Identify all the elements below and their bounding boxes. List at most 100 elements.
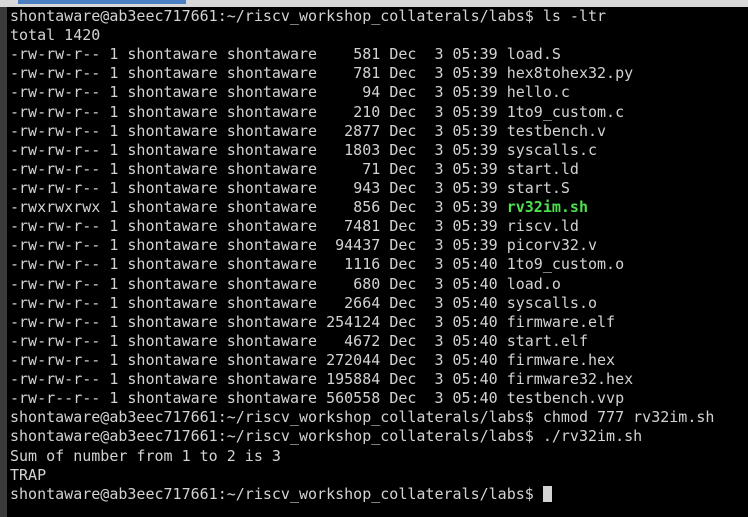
file-listing-row: -rw-rw-r-- 1 shontaware shontaware 94437…	[10, 236, 748, 255]
file-listing-row: -rw-rw-r-- 1 shontaware shontaware 781 D…	[10, 64, 748, 83]
file-group: shontaware	[226, 45, 318, 64]
link-count: 1	[109, 217, 119, 236]
file-size: 272044	[326, 350, 381, 369]
file-month: Dec	[389, 102, 417, 121]
shell-prompt: shontaware@ab3eec717661:~/riscv_workshop…	[10, 484, 534, 503]
file-day: 3	[434, 312, 444, 331]
file-listing-row: -rw-rw-r-- 1 shontaware shontaware 581 D…	[10, 45, 748, 64]
file-group: shontaware	[226, 64, 318, 83]
file-month: Dec	[389, 83, 417, 102]
prompt-line: shontaware@ab3eec717661:~/riscv_workshop…	[10, 485, 748, 504]
file-size: 680	[353, 274, 381, 293]
file-owner: shontaware	[127, 293, 218, 312]
file-name: hello.c	[506, 83, 570, 102]
file-permissions: -rw-rw-r--	[10, 121, 101, 140]
file-group: shontaware	[226, 178, 318, 197]
file-permissions: -rw-rw-r--	[10, 236, 101, 255]
file-day: 3	[434, 274, 444, 293]
shell-prompt: shontaware@ab3eec717661:~/riscv_workshop…	[10, 408, 534, 427]
file-name: rv32im.sh	[506, 198, 588, 217]
file-listing-row: -rw-rw-r-- 1 shontaware shontaware 19588…	[10, 370, 748, 389]
file-month: Dec	[389, 293, 417, 312]
command-text: ./rv32im.sh	[542, 427, 643, 446]
file-day: 3	[434, 178, 444, 197]
file-size: 2664	[344, 293, 381, 312]
link-count: 1	[109, 45, 119, 64]
link-count: 1	[109, 255, 119, 274]
file-time: 05:40	[452, 331, 498, 350]
file-listing-row: -rw-rw-r-- 1 shontaware shontaware 4672 …	[10, 332, 748, 351]
file-group: shontaware	[226, 331, 318, 350]
file-size: 94437	[335, 236, 381, 255]
file-name: 1to9_custom.c	[506, 102, 625, 121]
file-month: Dec	[389, 312, 417, 331]
file-listing-row: -rw-rw-r-- 1 shontaware shontaware 210 D…	[10, 103, 748, 122]
file-permissions: -rw-rw-r--	[10, 159, 101, 178]
file-size: 856	[353, 198, 381, 217]
file-time: 05:40	[452, 255, 498, 274]
file-permissions: -rw-rw-r--	[10, 64, 101, 83]
file-time: 05:40	[452, 312, 498, 331]
prompt-line: shontaware@ab3eec717661:~/riscv_workshop…	[10, 408, 748, 427]
file-size: 4672	[344, 331, 381, 350]
program-output: Sum of number from 1 to 2 is 3	[10, 446, 281, 465]
file-size: 210	[353, 102, 381, 121]
file-time: 05:39	[452, 64, 498, 83]
command-text: chmod 777 rv32im.sh	[542, 408, 715, 427]
file-time: 05:40	[452, 293, 498, 312]
file-time: 05:39	[452, 217, 498, 236]
file-owner: shontaware	[127, 178, 218, 197]
file-name: testbench.v	[506, 121, 607, 140]
file-time: 05:40	[452, 389, 498, 408]
link-count: 1	[109, 293, 119, 312]
file-day: 3	[434, 331, 444, 350]
file-group: shontaware	[226, 274, 318, 293]
file-listing-row: -rw-rw-r-- 1 shontaware shontaware 1803 …	[10, 141, 748, 160]
file-listing-row: -rw-rw-r-- 1 shontaware shontaware 71 De…	[10, 160, 748, 179]
file-month: Dec	[389, 274, 417, 293]
file-day: 3	[434, 83, 444, 102]
link-count: 1	[109, 350, 119, 369]
file-owner: shontaware	[127, 274, 218, 293]
file-group: shontaware	[226, 198, 318, 217]
file-group: shontaware	[226, 293, 318, 312]
link-count: 1	[109, 370, 119, 389]
file-size: 781	[353, 64, 381, 83]
command-text: ls -ltr	[542, 7, 607, 25]
file-listing-row: -rw-rw-r-- 1 shontaware shontaware 680 D…	[10, 275, 748, 294]
file-permissions: -rw-r--r--	[10, 389, 101, 408]
shell-prompt: shontaware@ab3eec717661:~/riscv_workshop…	[10, 427, 534, 446]
file-group: shontaware	[226, 121, 318, 140]
file-month: Dec	[389, 178, 417, 197]
file-month: Dec	[389, 331, 417, 350]
file-name: hex8tohex32.py	[506, 64, 634, 83]
file-group: shontaware	[226, 83, 318, 102]
link-count: 1	[109, 236, 119, 255]
file-time: 05:39	[452, 83, 498, 102]
file-day: 3	[434, 102, 444, 121]
file-size: 195884	[326, 370, 381, 389]
file-month: Dec	[389, 64, 417, 83]
file-permissions: -rw-rw-r--	[10, 217, 101, 236]
file-month: Dec	[389, 121, 417, 140]
active-tab-indicator[interactable]	[18, 0, 186, 4]
file-listing-row: -rw-rw-r-- 1 shontaware shontaware 25412…	[10, 313, 748, 332]
link-count: 1	[109, 178, 119, 197]
file-size: 1803	[344, 140, 381, 159]
file-owner: shontaware	[127, 389, 218, 408]
file-month: Dec	[389, 198, 417, 217]
file-owner: shontaware	[127, 140, 218, 159]
file-group: shontaware	[226, 217, 318, 236]
link-count: 1	[109, 159, 119, 178]
file-owner: shontaware	[127, 370, 218, 389]
file-name: start.ld	[506, 159, 579, 178]
file-time: 05:39	[452, 121, 498, 140]
file-time: 05:39	[452, 236, 498, 255]
file-time: 05:39	[452, 178, 498, 197]
file-permissions: -rw-rw-r--	[10, 83, 101, 102]
file-month: Dec	[389, 217, 417, 236]
terminal-output[interactable]: shontaware@ab3eec717661:~/riscv_workshop…	[10, 7, 748, 517]
file-permissions: -rw-rw-r--	[10, 293, 101, 312]
file-time: 05:40	[452, 350, 498, 369]
link-count: 1	[109, 140, 119, 159]
